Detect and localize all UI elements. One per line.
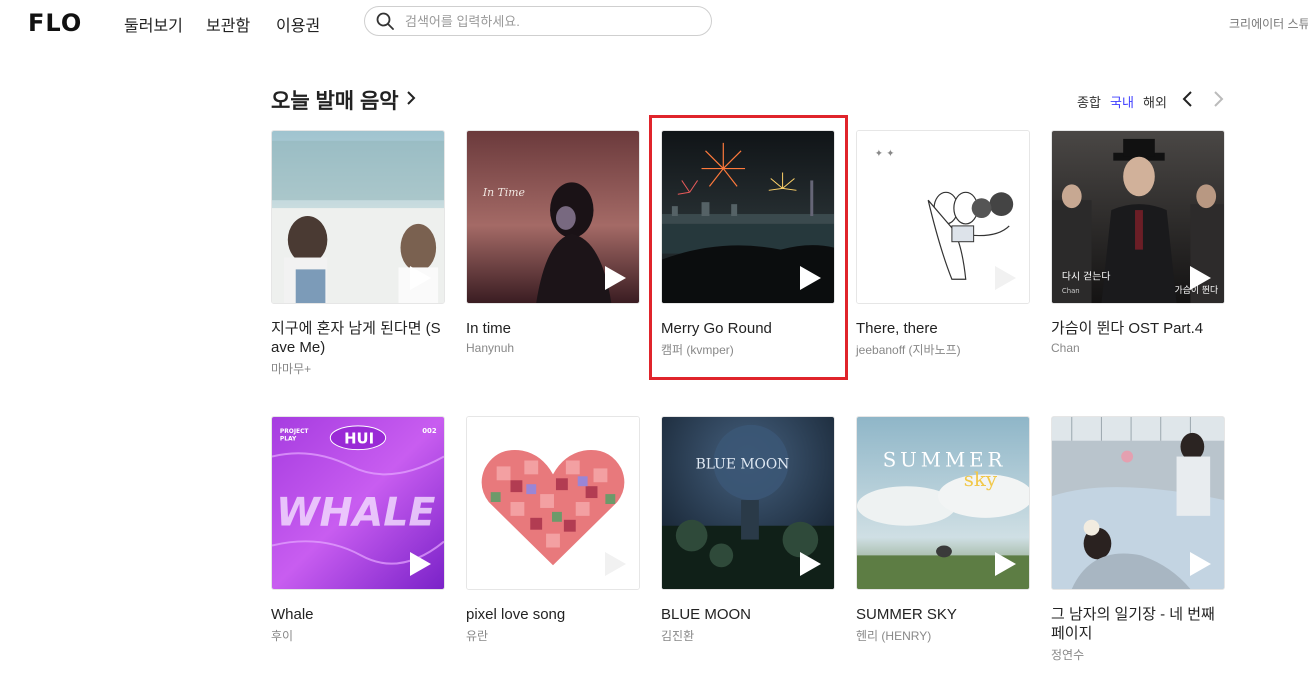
play-icon[interactable] <box>993 551 1017 577</box>
svg-text:✦ ✦: ✦ ✦ <box>875 149 895 160</box>
album-title[interactable]: Whale <box>271 605 446 624</box>
header: FLO 둘러보기 보관함 이용권 크리에이터 스튜 <box>0 0 1308 46</box>
cover-blue-moon-text: BLUE MOON <box>696 456 790 472</box>
album-cover[interactable] <box>271 130 445 304</box>
flo-logo[interactable]: FLO <box>28 9 82 37</box>
filter-overseas[interactable]: 해외 <box>1143 92 1167 111</box>
album-artist[interactable]: 마마무+ <box>271 360 446 377</box>
search-bar[interactable] <box>364 6 712 36</box>
album-cover[interactable]: 다시 걷는다 Chan 가슴이 뛴다 <box>1051 130 1225 304</box>
cover-whale-text: WHALE <box>276 490 435 536</box>
album-title[interactable]: pixel love song <box>466 605 641 624</box>
album-card[interactable]: 그 남자의 일기장 - 네 번째 페이지 정연수 <box>1051 416 1226 663</box>
album-artist[interactable]: 김진환 <box>661 627 836 644</box>
filter-domestic[interactable]: 국내 <box>1110 92 1134 111</box>
section-title[interactable]: 오늘 발매 음악 <box>271 85 399 115</box>
album-title[interactable]: 가슴이 뛴다 OST Part.4 <box>1051 319 1226 338</box>
album-cover[interactable]: ✦ ✦ <box>856 130 1030 304</box>
album-artist[interactable]: 후이 <box>271 627 446 644</box>
cover-sky-text: sky <box>964 468 998 491</box>
cover-artist-chan: Chan <box>1062 287 1080 295</box>
nav-browse[interactable]: 둘러보기 <box>124 12 183 36</box>
next-page-icon[interactable] <box>1211 89 1225 109</box>
album-card[interactable]: SUMMER sky SUMMER SKY 헨리 (HENRY) <box>856 416 1031 644</box>
nav-library[interactable]: 보관함 <box>206 12 250 36</box>
album-cover[interactable]: BLUE MOON <box>661 416 835 590</box>
album-card[interactable]: pixel love song 유란 <box>466 416 641 644</box>
nav-subscription[interactable]: 이용권 <box>276 12 320 36</box>
album-card[interactable]: 지구에 혼자 남게 된다면 (Save Me) 마마무+ <box>271 130 446 377</box>
creator-studio-link[interactable]: 크리에이터 스튜 <box>1229 15 1308 32</box>
play-icon[interactable] <box>1188 551 1212 577</box>
play-icon[interactable] <box>798 551 822 577</box>
cover-title-in-time: In Time <box>482 186 525 199</box>
cover-project-label: PROJECT <box>280 428 309 435</box>
album-cover[interactable]: In Time <box>466 130 640 304</box>
album-title[interactable]: BLUE MOON <box>661 605 836 624</box>
search-icon[interactable] <box>376 12 394 30</box>
play-icon[interactable] <box>603 551 627 577</box>
album-artist[interactable]: Chan <box>1051 341 1226 355</box>
album-title[interactable]: There, there <box>856 319 1031 338</box>
album-artist[interactable]: 유란 <box>466 627 641 644</box>
album-artist[interactable]: Hanynuh <box>466 341 641 355</box>
search-input[interactable] <box>405 12 695 30</box>
play-icon[interactable] <box>408 265 432 291</box>
album-cover[interactable] <box>1051 416 1225 590</box>
cover-drama-title: 다시 걷는다 <box>1062 270 1111 282</box>
play-icon[interactable] <box>408 551 432 577</box>
album-artist[interactable]: 정연수 <box>1051 646 1226 663</box>
album-title[interactable]: SUMMER SKY <box>856 605 1031 624</box>
play-icon[interactable] <box>603 265 627 291</box>
play-icon[interactable] <box>993 265 1017 291</box>
album-artist[interactable]: 헨리 (HENRY) <box>856 627 1031 644</box>
album-card[interactable]: In Time In time Hanynuh <box>466 130 641 355</box>
play-icon[interactable] <box>1188 265 1212 291</box>
album-card[interactable]: ✦ ✦ There, there jeebanoff (지바노프) <box>856 130 1031 358</box>
album-title[interactable]: 지구에 혼자 남게 된다면 (Save Me) <box>271 319 446 357</box>
album-title[interactable]: In time <box>466 319 641 338</box>
filter-all[interactable]: 종합 <box>1077 92 1101 111</box>
album-cover[interactable] <box>466 416 640 590</box>
cover-hui-logo: HUI <box>344 431 374 448</box>
cover-number: 002 <box>422 427 437 435</box>
chevron-right-icon[interactable] <box>404 88 418 108</box>
album-card[interactable]: 다시 걷는다 Chan 가슴이 뛴다 가슴이 뛴다 OST Part.4 Cha… <box>1051 130 1226 355</box>
album-card[interactable]: PROJECT PLAY HUI 002 WHALE Whale 후이 <box>271 416 446 644</box>
album-cover[interactable]: SUMMER sky <box>856 416 1030 590</box>
album-artist[interactable]: jeebanoff (지바노프) <box>856 341 1031 358</box>
album-cover[interactable]: PROJECT PLAY HUI 002 WHALE <box>271 416 445 590</box>
cover-play-label: PLAY <box>280 436 297 443</box>
selection-highlight-box <box>649 115 848 380</box>
prev-page-icon[interactable] <box>1181 89 1195 109</box>
album-card[interactable]: BLUE MOON BLUE MOON 김진환 <box>661 416 836 644</box>
album-title[interactable]: 그 남자의 일기장 - 네 번째 페이지 <box>1051 605 1226 643</box>
